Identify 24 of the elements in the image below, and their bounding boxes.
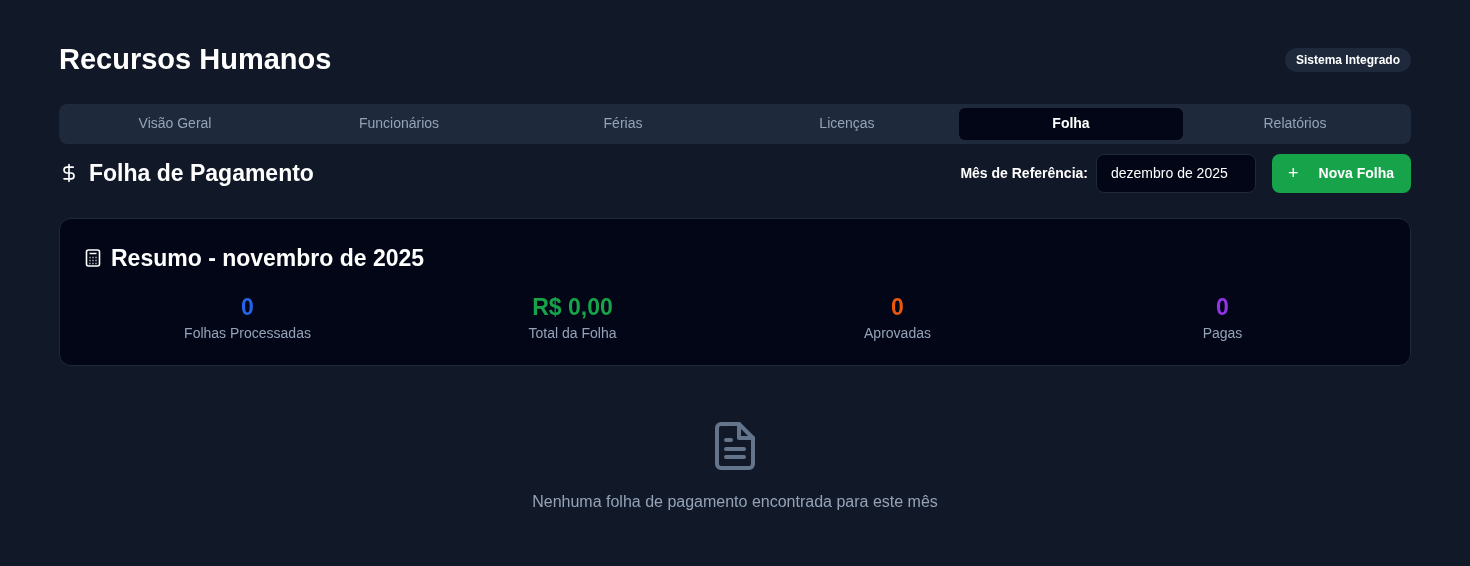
stat-value: 0 [241, 293, 254, 321]
section-title: Folha de Pagamento [89, 158, 314, 188]
tab[interactable]: Relatórios [1183, 107, 1407, 140]
stat-label: Total da Folha [528, 324, 617, 343]
tab[interactable]: Licenças [735, 107, 959, 140]
page-title: Recursos Humanos [59, 42, 332, 77]
stat-value: 0 [1216, 293, 1229, 321]
summary-title: Resumo - novembro de 2025 [111, 243, 425, 273]
tab[interactable]: Funcionários [287, 107, 511, 140]
document-icon [715, 421, 755, 470]
tab[interactable]: Folha [959, 107, 1183, 140]
month-label: Mês de Referência: [960, 163, 1088, 183]
new-payroll-button[interactable]: + Nova Folha [1272, 153, 1411, 193]
calculator-icon [85, 248, 101, 267]
empty-state-message: Nenhuma folha de pagamento encontrada para este mês [532, 491, 938, 512]
stat-value: 0 [891, 293, 904, 321]
stat-value: R$ 0,00 [532, 293, 613, 321]
stat-label: Pagas [1202, 324, 1243, 343]
stat-label: Aprovadas [864, 324, 931, 343]
tab[interactable]: Férias [511, 107, 735, 140]
status-badge: Sistema Integrado [1284, 47, 1411, 72]
stat-label: Folhas Processadas [184, 324, 311, 343]
month-field[interactable]: dezembro de 2025 [1096, 153, 1256, 193]
tab[interactable]: Visão Geral [63, 107, 287, 140]
